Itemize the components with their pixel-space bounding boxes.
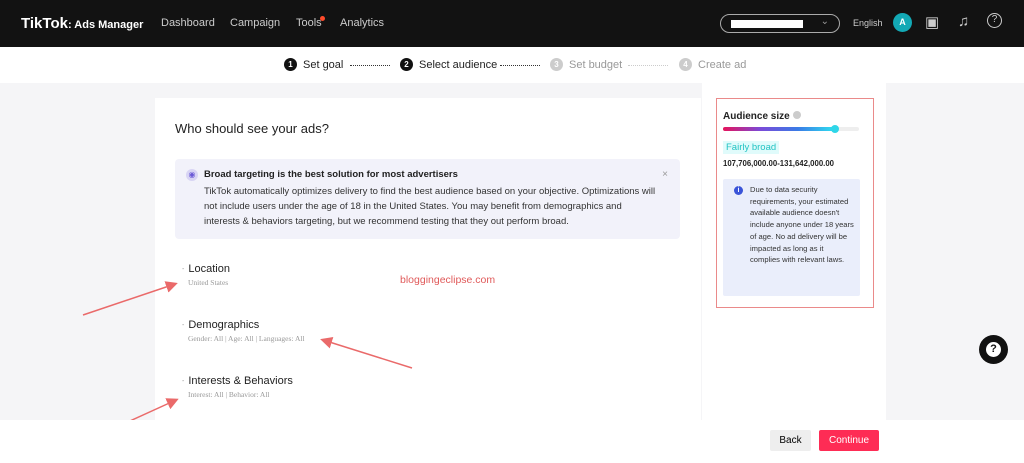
arrow-location — [82, 281, 178, 316]
question-icon: ? — [986, 342, 1001, 358]
arrow-demographics — [320, 336, 413, 369]
back-button[interactable]: Back — [770, 430, 811, 451]
footer-bar: Back Continue — [0, 420, 1024, 463]
continue-button[interactable]: Continue — [819, 430, 879, 451]
help-button[interactable]: ? — [979, 335, 1008, 364]
annotation-arrows — [82, 281, 413, 432]
